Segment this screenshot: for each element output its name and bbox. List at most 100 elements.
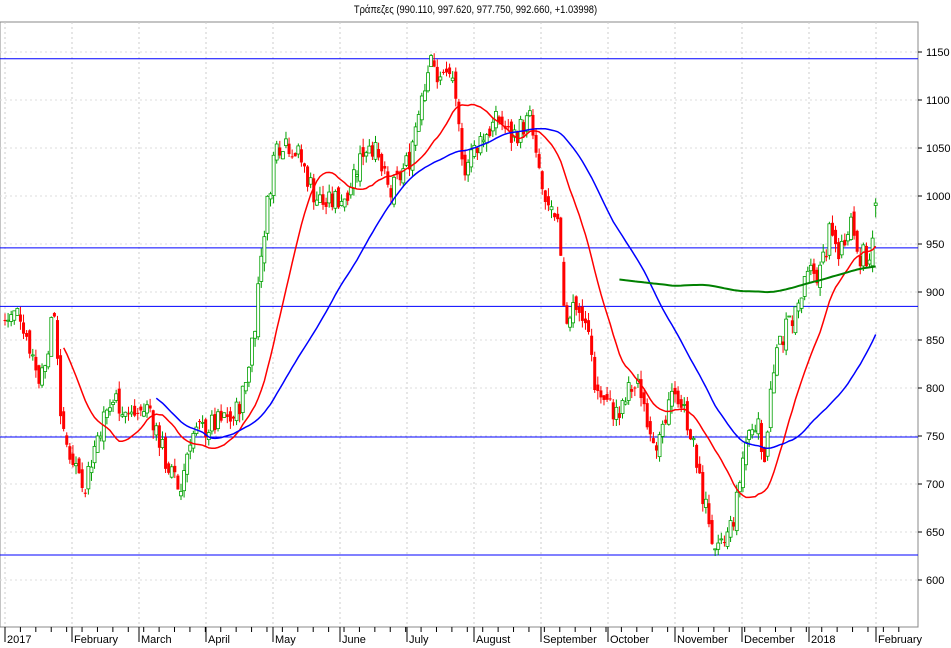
y-tick-label: 1050 <box>926 143 950 155</box>
candle-body <box>827 223 832 256</box>
candle-body <box>238 404 242 415</box>
candle-body <box>139 406 143 411</box>
candle-body <box>74 463 78 467</box>
candle-body <box>623 401 628 405</box>
candle-body <box>583 318 587 324</box>
candle-body <box>839 240 844 256</box>
candle-body <box>830 222 834 236</box>
candle-body <box>355 174 359 177</box>
candle-body <box>324 202 328 207</box>
candle-body <box>62 411 66 429</box>
candle-body <box>296 145 301 155</box>
y-tick-label: 800 <box>926 383 944 395</box>
candle-body <box>750 429 755 436</box>
x-tick-label: July <box>409 634 429 646</box>
candle-body <box>713 548 718 551</box>
candle-body <box>222 412 227 418</box>
candle-body <box>185 453 190 475</box>
candle-body <box>18 314 22 322</box>
candle-body <box>781 341 785 346</box>
candle-body <box>127 413 131 415</box>
candle-body <box>805 270 810 284</box>
x-tick-label: October <box>610 634 649 646</box>
candle-body <box>537 154 541 168</box>
candle-body <box>849 216 853 240</box>
candle-body <box>679 399 683 408</box>
candle-body <box>728 520 733 538</box>
candle-body <box>614 406 619 420</box>
candle-body <box>306 166 310 187</box>
candle-body <box>818 264 823 288</box>
candle-body <box>290 156 294 158</box>
candle-body <box>271 154 276 196</box>
chart-container: Τράπεζες (990.110, 997.620, 977.750, 992… <box>0 0 951 648</box>
candle-body <box>670 390 674 407</box>
candle-body <box>265 195 270 234</box>
candle-body <box>169 466 174 478</box>
candle-body <box>719 538 724 541</box>
x-tick-label: February <box>74 634 119 646</box>
candle-body <box>793 306 798 334</box>
candle-body <box>605 394 609 400</box>
candle-body <box>86 466 91 490</box>
candle-body <box>808 264 813 272</box>
candle-body <box>802 276 807 297</box>
candle-body <box>799 297 804 309</box>
candle-body <box>556 213 560 220</box>
x-tick-label: August <box>476 634 510 646</box>
candle-body <box>148 405 152 409</box>
candle-body <box>80 469 84 489</box>
x-tick-label: February <box>878 634 923 646</box>
candle-body <box>377 149 381 158</box>
candle-body <box>534 135 538 153</box>
candle-body <box>756 418 761 435</box>
candle-body <box>617 413 621 418</box>
y-tick-label: 700 <box>926 479 944 491</box>
candle-body <box>753 430 758 433</box>
candle-body <box>37 365 41 384</box>
candle-body <box>587 320 591 332</box>
candle-body <box>531 114 535 136</box>
candle-body <box>722 542 726 544</box>
candle-body <box>771 372 776 394</box>
candle-body <box>28 330 32 354</box>
candle-body <box>577 306 581 313</box>
candle-body <box>200 421 205 424</box>
candle-body <box>768 388 773 429</box>
candle-body <box>330 193 334 208</box>
candle-body <box>630 389 634 392</box>
x-tick-label: 2018 <box>811 634 835 646</box>
candle-body <box>593 356 597 391</box>
x-tick-label: 2017 <box>7 634 31 646</box>
candle-body <box>179 491 183 497</box>
candle-body <box>346 192 350 201</box>
candle-body <box>30 354 35 357</box>
candle-body <box>639 379 643 399</box>
candle-body <box>475 147 479 154</box>
candle-body <box>318 194 322 203</box>
candle-body <box>154 425 159 436</box>
candle-body <box>9 314 14 322</box>
candle-body <box>834 229 838 245</box>
candle-body <box>611 402 615 420</box>
candle-body <box>71 453 75 465</box>
y-tick-label: 900 <box>926 287 944 299</box>
candle-body <box>549 206 554 211</box>
candle-body <box>466 161 471 176</box>
candle-body <box>596 384 600 391</box>
candle-body <box>358 153 362 182</box>
candle-body <box>763 447 767 463</box>
candle-body <box>654 445 658 451</box>
candle-body <box>648 421 652 435</box>
candle-body <box>821 251 826 263</box>
candle-body <box>231 416 235 419</box>
candle-body <box>580 306 584 321</box>
candle-body <box>553 213 557 218</box>
candle-body <box>546 196 550 206</box>
candle-body <box>732 522 736 527</box>
candle-body <box>843 239 847 246</box>
candle-body <box>861 244 866 267</box>
candle-body <box>568 317 572 328</box>
candle-body <box>142 411 146 417</box>
candle-body <box>157 425 161 448</box>
